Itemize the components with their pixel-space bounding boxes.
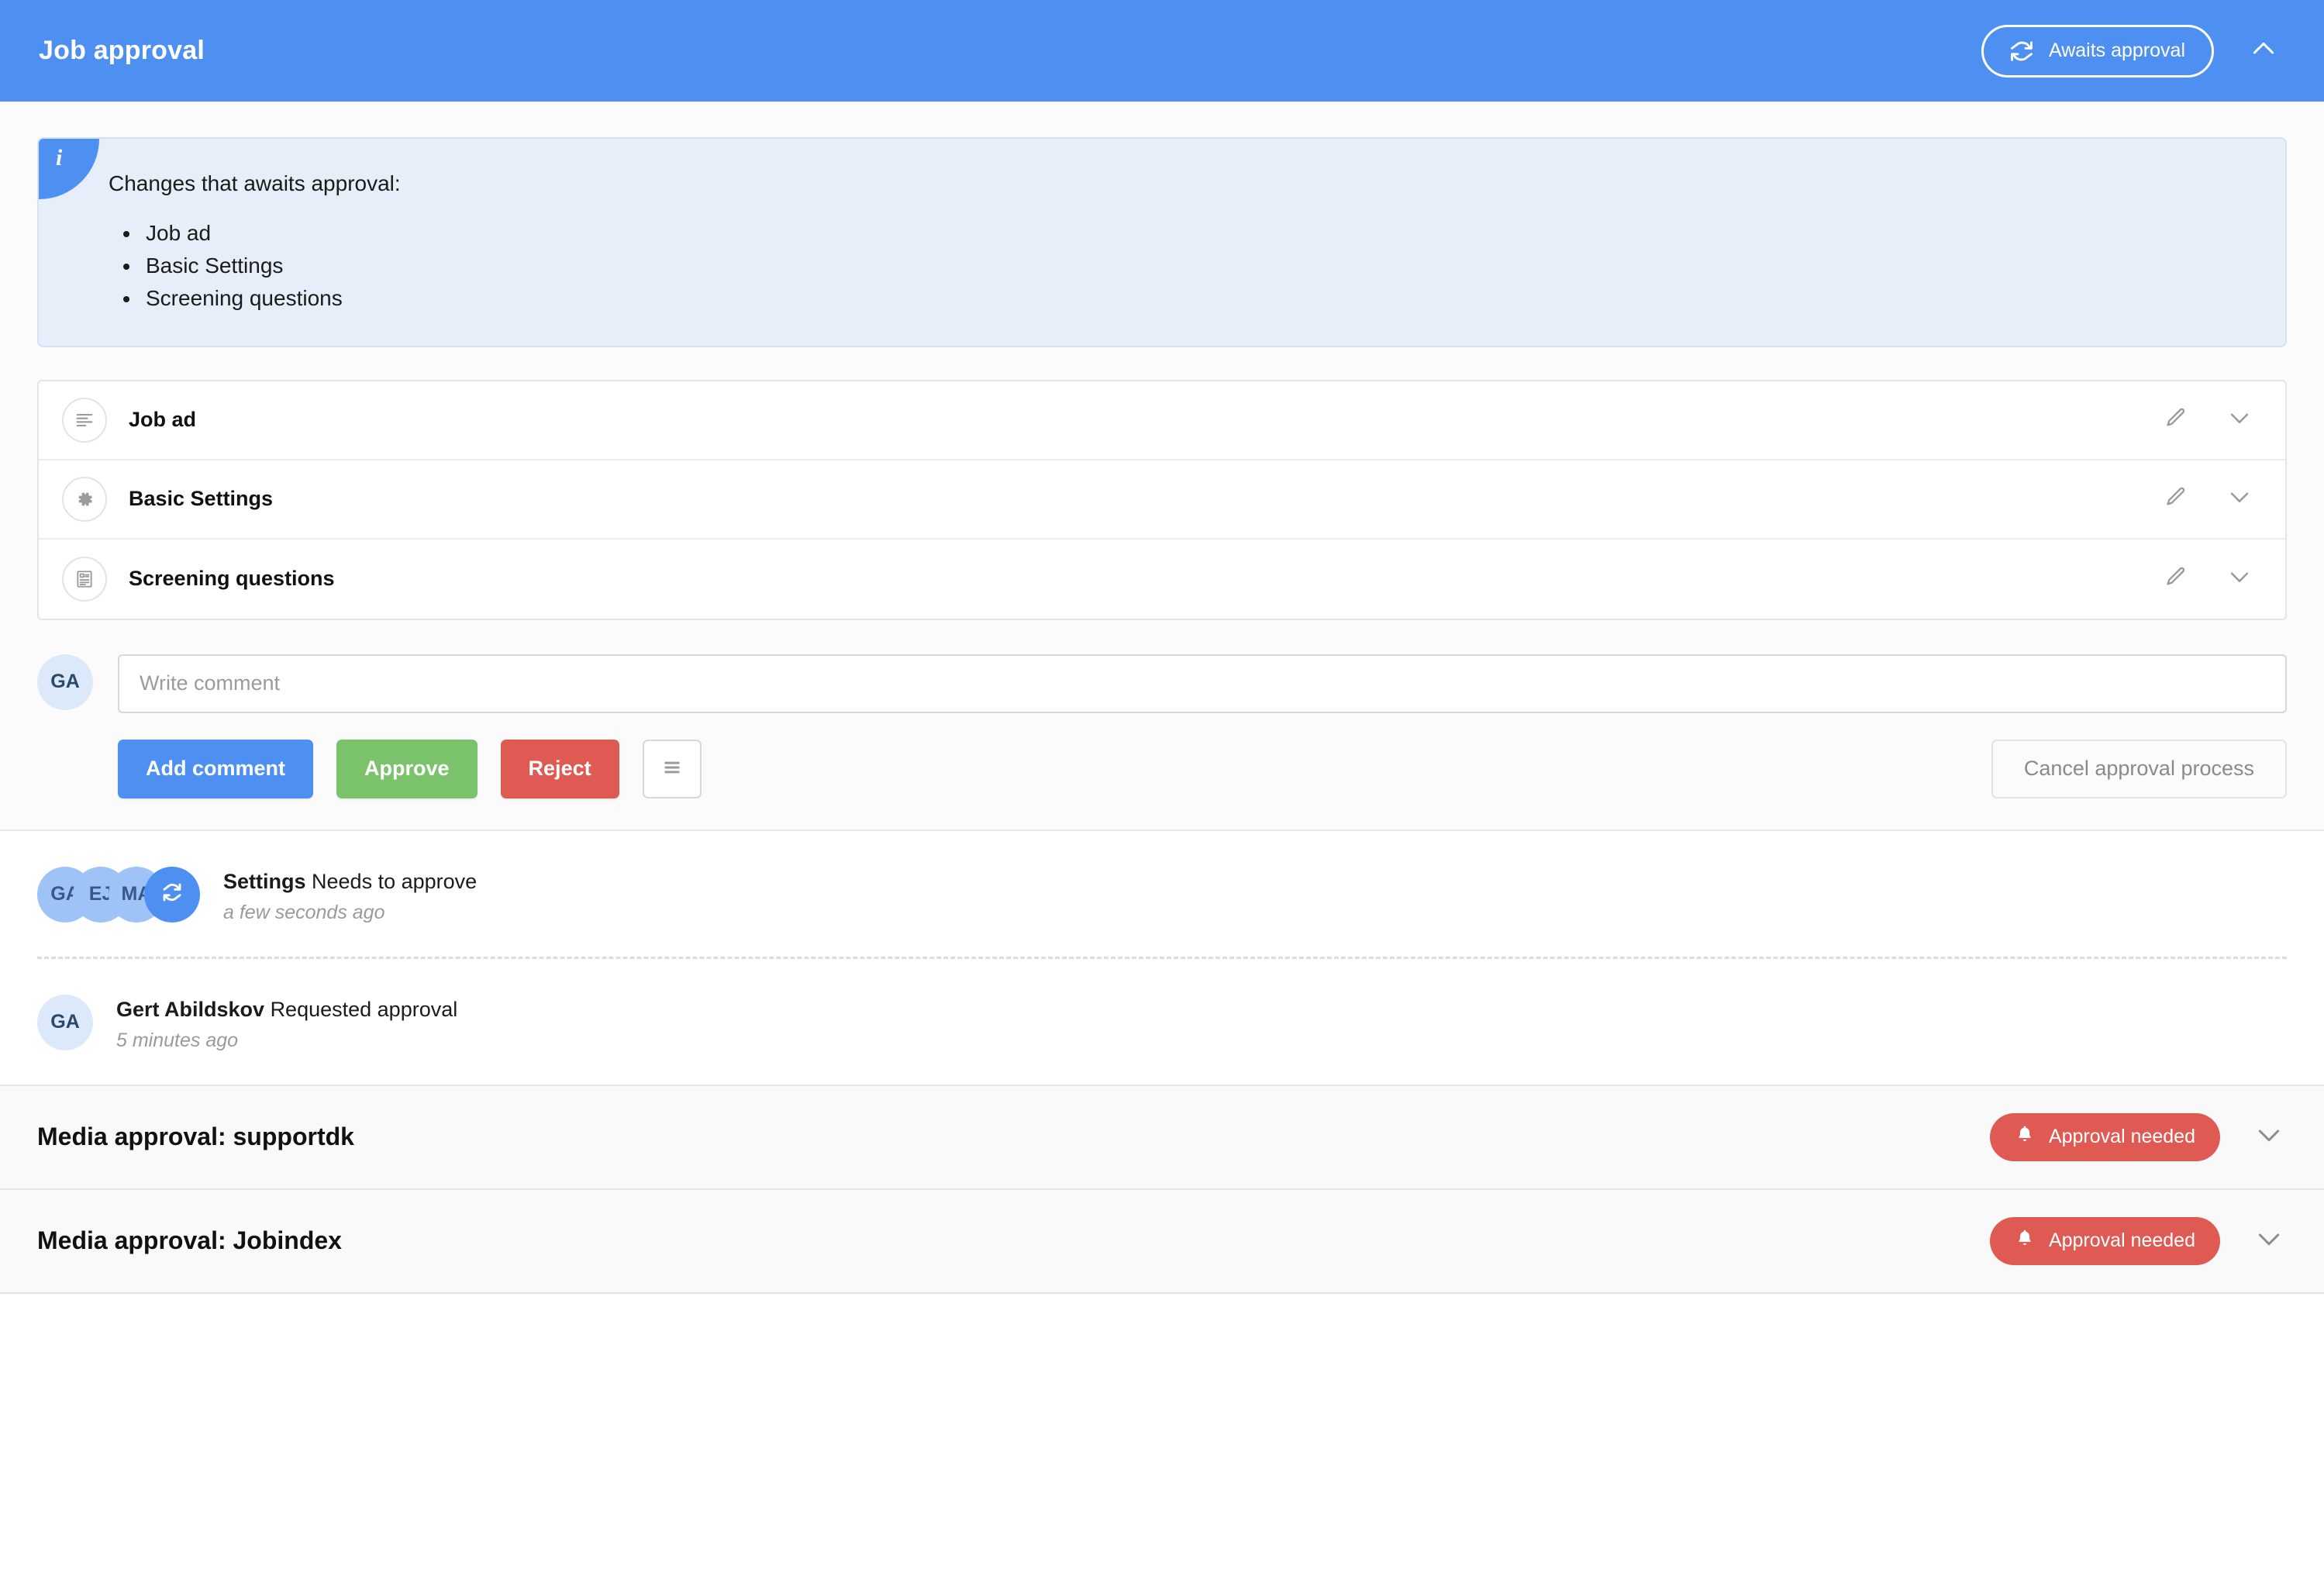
accordion-row-screening-questions[interactable]: Screening questions bbox=[39, 540, 2285, 619]
collapse-panel-button[interactable] bbox=[2240, 28, 2287, 74]
hamburger-icon bbox=[661, 757, 683, 781]
sync-icon bbox=[160, 881, 184, 908]
chevron-down-icon bbox=[2253, 1119, 2284, 1154]
pencil-icon bbox=[2165, 486, 2187, 512]
status-badge-approval-needed[interactable]: Approval needed bbox=[1989, 1216, 2220, 1265]
changes-accordion: Job ad Basic Settings Screening question… bbox=[37, 379, 2287, 620]
media-approval-actions: Approval needed bbox=[1989, 1216, 2287, 1265]
expand-button[interactable] bbox=[2251, 1223, 2287, 1259]
accordion-row-label: Screening questions bbox=[129, 567, 335, 591]
add-comment-button[interactable]: Add comment bbox=[118, 739, 314, 798]
avatar-stack: GA EJ MA bbox=[37, 865, 200, 923]
feed-item-headline: Settings Needs to approve bbox=[223, 868, 477, 895]
accordion-row-basic-settings[interactable]: Basic Settings bbox=[39, 460, 2285, 540]
info-banner-heading: Changes that awaits approval: bbox=[109, 171, 401, 195]
approve-button[interactable]: Approve bbox=[336, 739, 478, 798]
info-icon: i bbox=[39, 139, 99, 199]
edit-button[interactable] bbox=[2158, 402, 2194, 438]
accordion-row-actions bbox=[2158, 402, 2264, 438]
status-badge-label: Approval needed bbox=[2048, 1126, 2195, 1148]
feed-item-subject: Gert Abildskov bbox=[116, 997, 265, 1021]
accordion-row-label: Job ad bbox=[129, 408, 197, 432]
edit-button[interactable] bbox=[2158, 561, 2194, 597]
info-banner-list: Job ad Basic Settings Screening question… bbox=[141, 217, 2254, 315]
avatar-stack: GA bbox=[37, 993, 93, 1050]
pencil-icon bbox=[2165, 407, 2187, 433]
more-options-button[interactable] bbox=[642, 739, 702, 798]
media-approval-title: Media approval: Jobindex bbox=[37, 1226, 342, 1255]
media-approval-title: Media approval: supportdk bbox=[37, 1123, 354, 1151]
chevron-down-icon bbox=[2226, 484, 2253, 514]
expand-button[interactable] bbox=[2222, 561, 2257, 597]
feed-item-subject: Settings bbox=[223, 869, 306, 893]
feed-item-timestamp: 5 minutes ago bbox=[116, 1029, 239, 1051]
feed-item-timestamp: a few seconds ago bbox=[223, 901, 385, 923]
header-actions: Awaits approval bbox=[1981, 24, 2287, 78]
status-badge-awaits-approval[interactable]: Awaits approval bbox=[1981, 24, 2214, 78]
align-left-icon bbox=[62, 397, 107, 443]
media-approval-section-supportdk[interactable]: Media approval: supportdk Approval neede… bbox=[0, 1085, 2324, 1190]
bell-icon bbox=[2015, 1124, 2035, 1150]
page-header: Job approval Awaits approval bbox=[0, 0, 2324, 102]
feed-item: GA Gert Abildskov Requested approval 5 m… bbox=[0, 959, 2324, 1085]
sync-status-icon-badge bbox=[144, 866, 200, 923]
media-approval-actions: Approval needed bbox=[1989, 1112, 2287, 1161]
accordion-row-label: Basic Settings bbox=[129, 487, 274, 511]
list-item: Screening questions bbox=[141, 282, 2254, 315]
chevron-down-icon bbox=[2226, 564, 2253, 594]
accordion-row-job-ad[interactable]: Job ad bbox=[39, 381, 2285, 460]
avatar[interactable]: GA bbox=[37, 994, 93, 1050]
reject-button[interactable]: Reject bbox=[500, 739, 619, 798]
feed-item: GA EJ MA Settings Needs to approve a few… bbox=[0, 831, 2324, 957]
bell-icon bbox=[2015, 1228, 2035, 1254]
feed-item-action: Requested approval bbox=[270, 997, 458, 1021]
approval-panel: i Changes that awaits approval: Job ad B… bbox=[0, 102, 2324, 831]
status-badge-approval-needed[interactable]: Approval needed bbox=[1989, 1112, 2220, 1161]
info-banner: i Changes that awaits approval: Job ad B… bbox=[37, 137, 2287, 347]
feed-item-text: Settings Needs to approve a few seconds … bbox=[223, 865, 477, 924]
comment-composer: GA bbox=[37, 654, 2287, 713]
pencil-icon bbox=[2165, 566, 2187, 591]
feed-item-headline: Gert Abildskov Requested approval bbox=[116, 996, 457, 1023]
edit-button[interactable] bbox=[2158, 481, 2194, 517]
feed-item-text: Gert Abildskov Requested approval 5 minu… bbox=[116, 993, 457, 1052]
status-badge-label: Awaits approval bbox=[2048, 40, 2185, 61]
expand-button[interactable] bbox=[2251, 1119, 2287, 1155]
comment-input[interactable] bbox=[118, 654, 2287, 713]
chevron-up-icon bbox=[2248, 33, 2279, 68]
list-item: Basic Settings bbox=[141, 250, 2254, 282]
sync-icon bbox=[2010, 40, 2033, 63]
document-list-icon bbox=[62, 556, 107, 602]
expand-button[interactable] bbox=[2222, 481, 2257, 517]
feed-item-action: Needs to approve bbox=[312, 869, 478, 893]
gear-icon bbox=[62, 476, 107, 522]
avatar: GA bbox=[37, 654, 93, 710]
activity-feed: GA EJ MA Settings Needs to approve a few… bbox=[0, 830, 2324, 1086]
chevron-down-icon bbox=[2226, 405, 2253, 435]
media-approval-section-jobindex[interactable]: Media approval: Jobindex Approval needed bbox=[0, 1189, 2324, 1294]
list-item: Job ad bbox=[141, 217, 2254, 250]
page-title: Job approval bbox=[39, 36, 205, 65]
status-badge-label: Approval needed bbox=[2048, 1229, 2195, 1252]
accordion-row-actions bbox=[2158, 481, 2264, 517]
approval-action-bar: Add comment Approve Reject Cancel approv… bbox=[37, 739, 2287, 798]
cancel-approval-process-button[interactable]: Cancel approval process bbox=[1991, 739, 2287, 798]
chevron-down-icon bbox=[2253, 1223, 2284, 1258]
expand-button[interactable] bbox=[2222, 402, 2257, 438]
accordion-row-actions bbox=[2158, 561, 2264, 597]
